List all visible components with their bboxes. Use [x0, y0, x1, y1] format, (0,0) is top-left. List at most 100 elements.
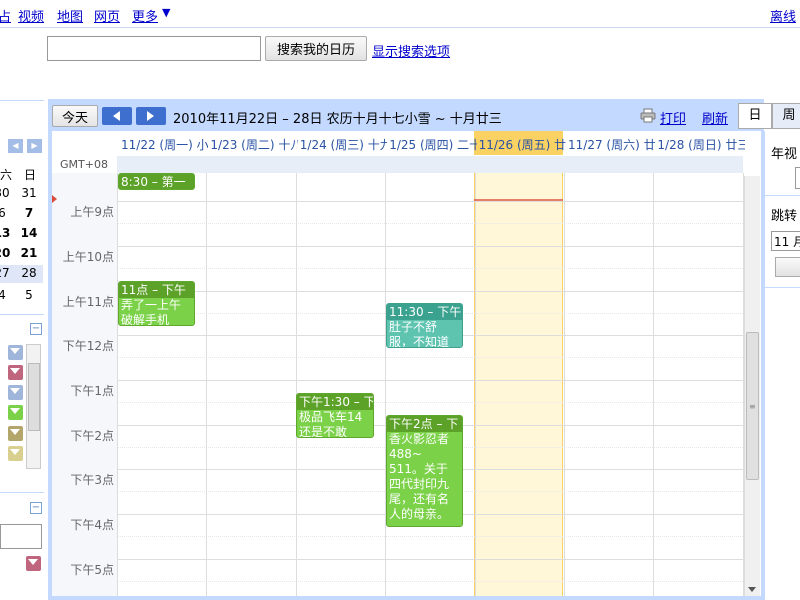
- calendar-event[interactable]: 11:30 – 下午 肚子不舒 服，不知道: [386, 303, 463, 348]
- minical-day[interactable]: 20: [0, 246, 12, 260]
- minical-day[interactable]: 6: [0, 206, 12, 220]
- nav-link-web[interactable]: 网页: [94, 6, 120, 25]
- calendar-list-scrollbar[interactable]: [26, 344, 41, 469]
- tab-week-view[interactable]: 周: [772, 103, 800, 129]
- sidebar-divider: [0, 100, 44, 101]
- current-time-line: [474, 199, 563, 201]
- nav-link-maps[interactable]: 地图: [57, 6, 83, 25]
- day-column-divider: [385, 173, 387, 596]
- next-week-button[interactable]: [136, 107, 166, 125]
- time-label: 下午3点: [70, 473, 114, 487]
- minical-day[interactable]: 14: [19, 226, 39, 240]
- nav-link-offline[interactable]: 离线: [770, 6, 796, 25]
- day-header-5[interactable]: 11/27 (周六) 廿二: [568, 136, 655, 154]
- time-label: 上午9点: [70, 205, 114, 219]
- time-label: 上午11点: [62, 295, 114, 309]
- year-view-label[interactable]: 年视: [771, 143, 797, 162]
- calendar-color-swatch[interactable]: [8, 405, 23, 420]
- goto-month-select[interactable]: 11 月: [771, 231, 800, 251]
- scroll-thumb[interactable]: [28, 363, 40, 431]
- calendar-event[interactable]: 11点 – 下午 弄了一上午 破解手机: [118, 281, 195, 326]
- day-header-4[interactable]: 11/26 (周五) 廿一: [479, 136, 566, 154]
- calendar-event[interactable]: 下午1:30 – 下极品飞车14 还是不敢: [296, 393, 374, 438]
- calendar-color-swatch[interactable]: [8, 345, 23, 360]
- search-calendar-button[interactable]: 搜索我的日历: [265, 36, 367, 61]
- day-header-0[interactable]: 11/22 (周一) 小雪: [121, 136, 208, 154]
- day-header-2[interactable]: 1/24 (周三) 十九: [300, 136, 387, 154]
- minical-day[interactable]: 21: [19, 246, 39, 260]
- scroll-down-icon[interactable]: [748, 587, 756, 592]
- chevron-down-icon: [10, 429, 20, 435]
- minical-day[interactable]: 7: [19, 206, 39, 220]
- minical-day[interactable]: 28: [19, 266, 39, 280]
- hour-gridline: [117, 246, 743, 247]
- chevron-down-icon: [10, 368, 20, 374]
- day-header-6[interactable]: 1/28 (周日) 廿三: [657, 136, 744, 154]
- print-link[interactable]: 打印: [660, 108, 686, 127]
- minical-day[interactable]: 13: [0, 226, 12, 240]
- chevron-down-icon: [28, 559, 38, 565]
- day-header-1[interactable]: 1/23 (周二) 十八: [210, 136, 297, 154]
- sidebar-divider: [0, 314, 44, 315]
- minical-day[interactable]: 30: [0, 186, 12, 200]
- right-panel: 年视 跳转 11 月: [764, 131, 800, 600]
- tab-day-view[interactable]: 日: [738, 103, 772, 129]
- goto-button[interactable]: [775, 257, 800, 277]
- day-header-3[interactable]: 1/25 (周四) 二十: [389, 136, 476, 154]
- search-input[interactable]: [47, 36, 261, 61]
- minical-day[interactable]: 5: [19, 288, 39, 302]
- time-label: 下午4点: [70, 518, 114, 532]
- calendar-color-swatch[interactable]: [8, 446, 23, 461]
- calendar-color-swatch[interactable]: [8, 426, 23, 441]
- half-hour-gridline: [117, 268, 743, 269]
- year-view-control[interactable]: [795, 167, 800, 189]
- calendar-color-swatch[interactable]: [8, 365, 23, 380]
- day-column-divider: [295, 173, 297, 596]
- search-options-link[interactable]: 显示搜索选项: [372, 41, 450, 60]
- printer-icon[interactable]: [640, 108, 656, 123]
- panel-divider: [765, 287, 800, 288]
- nav-link-video[interactable]: 视频: [18, 6, 44, 25]
- calendar-color-swatch[interactable]: [8, 385, 23, 400]
- all-day-row[interactable]: [117, 156, 743, 173]
- week-grid: 11/22 (周一) 小雪1/23 (周二) 十八1/24 (周三) 十九1/2…: [52, 131, 761, 596]
- minical-weekday-sat: 六: [0, 168, 13, 182]
- half-hour-gridline: [117, 581, 743, 582]
- time-label: 下午1点: [70, 384, 114, 398]
- calendar-event[interactable]: 8:30 – 第一: [118, 173, 195, 190]
- collapse-my-calendars-icon[interactable]: −: [30, 323, 42, 335]
- add-calendar-input[interactable]: [0, 524, 42, 549]
- chevron-down-icon: [10, 408, 20, 414]
- minical-next-icon[interactable]: ▶: [27, 139, 42, 153]
- event-title: 香火影忍者 488~ 511。关于 四代封印九 尾，还有名 人的母亲。: [389, 432, 450, 521]
- chevron-down-icon[interactable]: ▼: [162, 6, 170, 19]
- calendar-event[interactable]: 下午2点 – 下香火影忍者 488~ 511。关于 四代封印九 尾，还有名 人的…: [386, 415, 463, 527]
- goto-label: 跳转: [771, 209, 798, 224]
- day-column-divider: [117, 173, 118, 596]
- event-time: 8:30 – 第一: [119, 174, 194, 189]
- prev-week-button[interactable]: [102, 107, 132, 125]
- minical-day[interactable]: 27: [0, 266, 12, 280]
- minical-prev-icon[interactable]: ◀: [8, 139, 23, 153]
- other-calendar-swatch[interactable]: [26, 556, 41, 571]
- hour-gridline: [117, 291, 743, 292]
- grid-scrollbar[interactable]: ≡: [744, 176, 760, 596]
- today-column[interactable]: [474, 173, 563, 596]
- hour-gridline: [117, 201, 743, 202]
- arrow-left-icon: [113, 111, 120, 121]
- refresh-link[interactable]: 刷新: [702, 108, 728, 127]
- arrow-right-icon: [147, 111, 154, 121]
- nav-link-image[interactable]: 占: [0, 6, 11, 25]
- grip-icon: ≡: [749, 402, 756, 411]
- today-button[interactable]: 今天: [52, 105, 98, 127]
- collapse-other-calendars-icon[interactable]: −: [30, 502, 42, 514]
- minical-weekday-sun: 日: [24, 168, 37, 182]
- minical-day[interactable]: 4: [0, 288, 12, 302]
- half-hour-gridline: [117, 223, 743, 224]
- day-column-divider: [206, 173, 208, 596]
- sidebar-divider: [0, 492, 44, 493]
- day-column-divider: [474, 173, 476, 596]
- nav-link-more[interactable]: 更多: [132, 6, 158, 25]
- chevron-down-icon: [10, 388, 20, 394]
- minical-day[interactable]: 31: [19, 186, 39, 200]
